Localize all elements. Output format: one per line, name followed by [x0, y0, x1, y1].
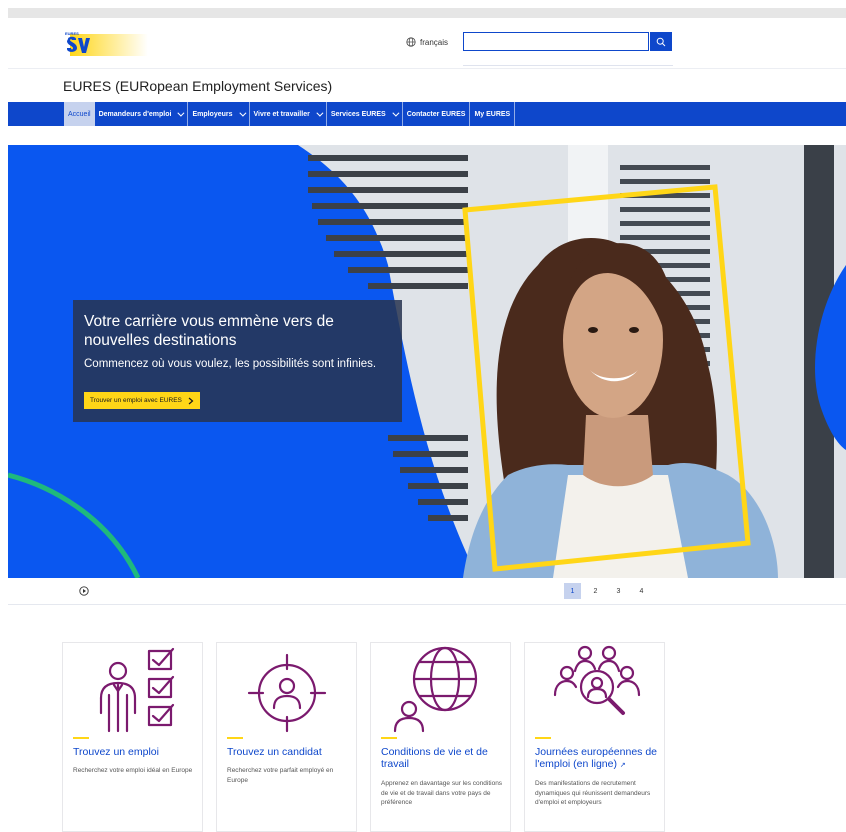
card-title[interactable]: Trouvez un emploi	[73, 746, 197, 758]
card-accent-line	[73, 737, 89, 739]
site-title-bar: EURES (EURopean Employment Services)	[8, 68, 846, 103]
job-checklist-icon	[99, 647, 175, 733]
group-search-icon	[553, 645, 641, 715]
card-description: Recherchez votre emploi idéal en Europe	[73, 767, 193, 774]
globe-person-icon	[393, 646, 478, 733]
search-input[interactable]	[463, 32, 649, 51]
header: EURES français	[8, 18, 846, 68]
hero-subtitle: Commencez où vous voulez, les possibilit…	[84, 358, 377, 370]
card-description: Apprenez en davantage sur les conditions…	[381, 780, 503, 806]
carousel-pager: 1 2 3 4	[564, 583, 650, 599]
chevron-down-icon	[392, 109, 400, 117]
chevron-down-icon	[177, 109, 185, 117]
logo-text: EURES	[65, 31, 79, 36]
search-button[interactable]	[650, 32, 672, 51]
play-icon[interactable]	[79, 586, 89, 596]
search-icon	[656, 37, 666, 46]
card-accent-line	[381, 737, 397, 739]
nav-item-my-eures[interactable]: My EURES	[470, 102, 516, 126]
header-divider	[463, 65, 673, 66]
chevron-down-icon	[238, 109, 246, 117]
card-accent-line	[227, 737, 243, 739]
nav-item-demandeurs[interactable]: Demandeurs d'emploi	[95, 102, 189, 126]
card-find-job[interactable]: Trouvez un emploi Recherchez votre emplo…	[62, 642, 203, 832]
carousel-page-3[interactable]: 3	[610, 583, 627, 599]
eures-logo[interactable]: EURES	[64, 30, 148, 56]
hero-banner: Votre carrière vous emmène vers de nouve…	[8, 145, 846, 578]
main-navigation: Accueil Demandeurs d'emploi Employeurs V…	[8, 102, 846, 126]
card-title[interactable]: Conditions de vie et de travail	[381, 746, 505, 770]
card-description: Des manifestations de recrutement dynami…	[535, 780, 651, 806]
find-job-cta-button[interactable]: Trouver un emploi avec EURES	[84, 392, 200, 409]
hero-title: Votre carrière vous emmène vers de nouve…	[84, 313, 334, 349]
browser-top-strip	[8, 8, 846, 18]
chevron-right-icon	[188, 397, 194, 404]
carousel-page-4[interactable]: 4	[633, 583, 650, 599]
nav-item-contact[interactable]: Contacter EURES	[403, 102, 471, 126]
external-link-icon: ↗	[619, 762, 626, 769]
feature-cards: Trouvez un emploi Recherchez votre emplo…	[62, 642, 665, 832]
language-selector[interactable]: français	[406, 37, 448, 47]
nav-item-vivre-travailler[interactable]: Vivre et travailler	[250, 102, 327, 126]
language-label: français	[420, 37, 449, 47]
hero-card: Votre carrière vous emmène vers de nouve…	[73, 300, 402, 422]
card-title[interactable]: Trouvez un candidat	[227, 746, 351, 758]
nav-item-accueil[interactable]: Accueil	[64, 102, 95, 126]
card-title[interactable]: Journées européennes de l'emploi (en lig…	[535, 746, 659, 772]
nav-item-services[interactable]: Services EURES	[327, 102, 403, 126]
nav-item-employeurs[interactable]: Employeurs	[188, 102, 250, 126]
carousel-controls: 1 2 3 4	[8, 578, 846, 605]
card-find-candidate[interactable]: Trouvez un candidat Recherchez votre par…	[216, 642, 357, 832]
candidate-target-icon	[247, 653, 327, 733]
card-accent-line	[535, 737, 551, 739]
card-european-job-days[interactable]: Journées européennes de l'emploi (en lig…	[524, 642, 665, 832]
card-description: Recherchez votre parfait employé en Euro…	[227, 767, 334, 784]
chevron-down-icon	[316, 109, 324, 117]
card-living-working[interactable]: Conditions de vie et de travail Apprenez…	[370, 642, 511, 832]
carousel-page-1[interactable]: 1	[564, 583, 581, 599]
carousel-page-2[interactable]: 2	[587, 583, 604, 599]
site-title[interactable]: EURES (EURopean Employment Services)	[63, 78, 332, 94]
globe-icon	[406, 37, 416, 47]
